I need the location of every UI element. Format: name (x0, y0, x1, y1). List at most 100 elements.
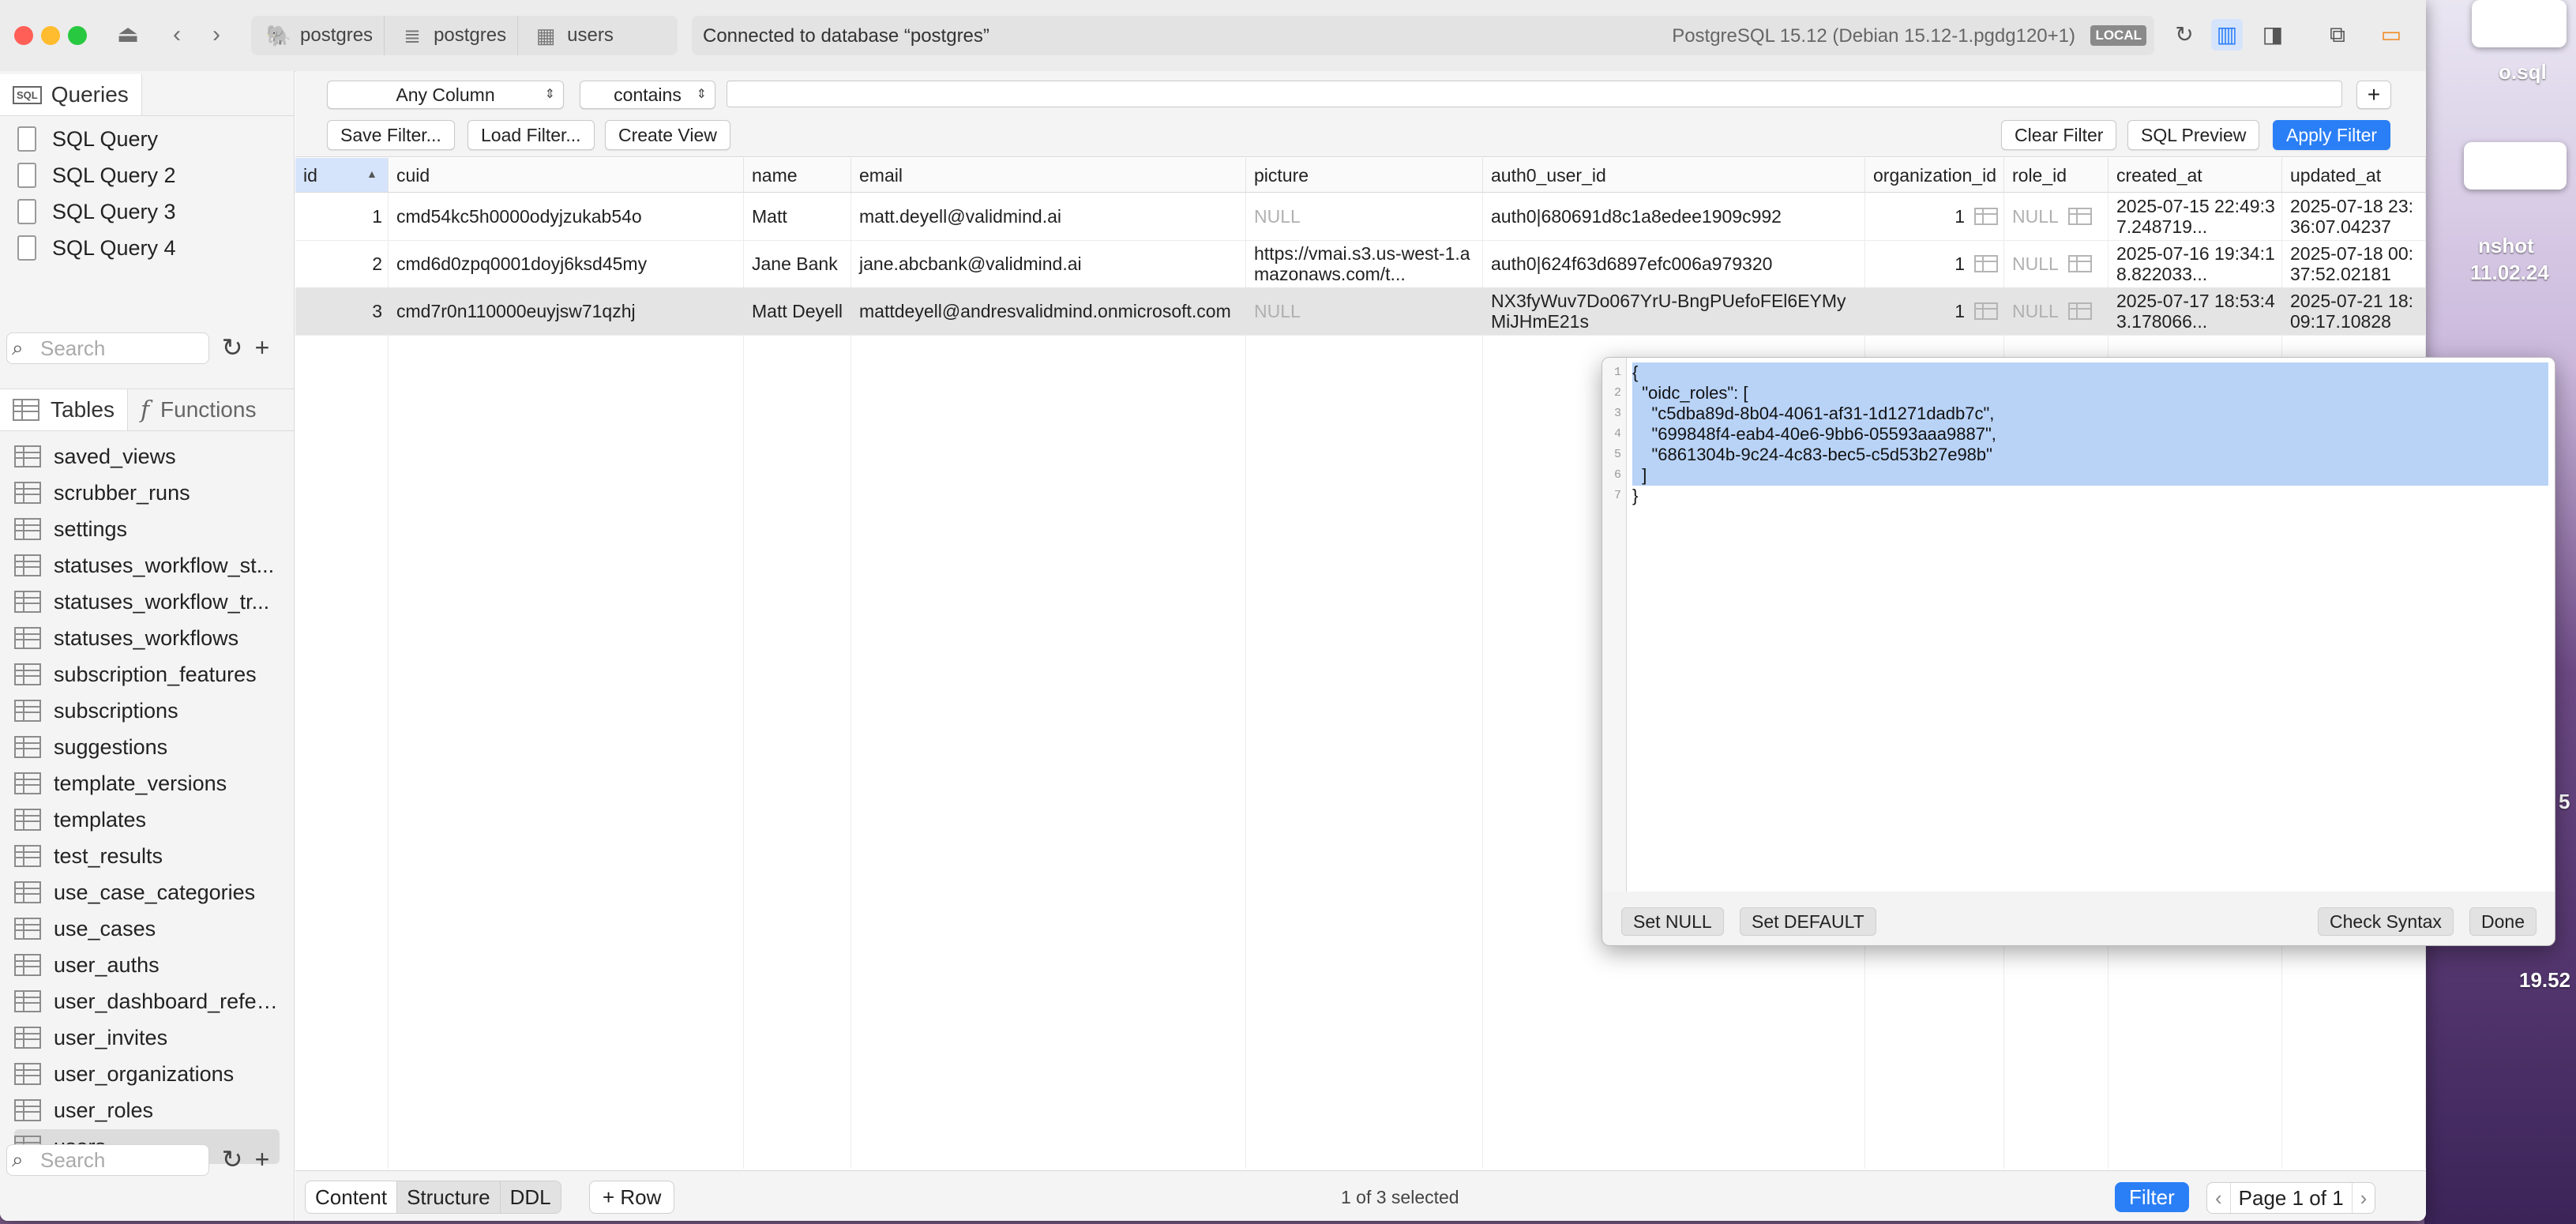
query-item[interactable]: SQL Query (17, 122, 158, 156)
next-page-icon[interactable]: › (2353, 1183, 2375, 1213)
foreign-key-table-icon[interactable] (1974, 208, 1998, 225)
tab-functions[interactable]: f Functions (128, 389, 269, 430)
cell-role-id[interactable]: NULL (2004, 240, 2108, 287)
sidebar-table-item[interactable]: suggestions (14, 730, 280, 764)
set-null-button[interactable]: Set NULL (1621, 907, 1724, 936)
new-window-icon[interactable]: ⧉ (2322, 19, 2353, 51)
query-item[interactable]: SQL Query 3 (17, 194, 176, 229)
tab-queries[interactable]: SQL Queries (0, 74, 142, 115)
cell-auth0-user-id[interactable]: NX3fyWuv7Do067YrU-BngPUefoFEl6EYMyMiJHmE… (1483, 287, 1865, 335)
table-row[interactable]: 3 cmd7r0n110000euyjsw71qzhj Matt Deyell mat… (295, 287, 2426, 336)
forward-arrow-icon[interactable]: › (202, 21, 231, 49)
sidebar-table-item[interactable]: test_results (14, 839, 280, 873)
cell-organization-id[interactable]: 1 (1865, 240, 2004, 287)
column-header-cuid[interactable]: cuid (389, 158, 744, 193)
sidebar-table-item[interactable]: statuses_workflows (14, 621, 280, 655)
breadcrumb-table[interactable]: ▦ users (517, 16, 625, 55)
add-row-button[interactable]: + Row (589, 1181, 675, 1214)
close-window-button[interactable] (14, 26, 33, 45)
code-line[interactable]: "699848f4-eab4-40e6-9bb6-05593aaa9887", (1632, 424, 2548, 445)
column-header-created-at[interactable]: created_at (2108, 158, 2282, 193)
column-header-email[interactable]: email (851, 158, 1246, 193)
check-syntax-button[interactable]: Check Syntax (2318, 907, 2454, 936)
add-icon[interactable]: + (248, 332, 276, 363)
tab-tables[interactable]: Tables (0, 389, 128, 430)
sidebar-table-item[interactable]: saved_views (14, 439, 280, 474)
sidebar-table-item[interactable]: subscriptions (14, 693, 280, 728)
sidebar-table-item[interactable]: template_versions (14, 766, 280, 801)
sidebar-table-item[interactable]: user_roles (14, 1093, 280, 1128)
page-indicator[interactable]: Page 1 of 1 (2229, 1183, 2353, 1213)
cell-id[interactable]: 3 (295, 287, 389, 335)
json-editor-text-area[interactable]: 1 2 3 4 5 6 7 { "oidc_roles": [ "c5dba89d-8b04… (1602, 358, 2555, 892)
minimize-window-button[interactable] (41, 26, 60, 45)
cell-id[interactable]: 1 (295, 193, 389, 240)
desktop-screenshot-label[interactable]: nshot (2478, 234, 2534, 258)
code-line[interactable]: } (1632, 486, 2548, 506)
cell-updated-at[interactable]: 2025-07-18 00:37:52.02181 (2282, 240, 2426, 287)
create-view-button[interactable]: Create View (605, 120, 730, 150)
sidebar-table-item[interactable]: user_organizations (14, 1057, 280, 1091)
cell-auth0-user-id[interactable]: auth0|680691d8c1a8edee1909c992 (1483, 193, 1865, 240)
console-icon[interactable]: ▭ (2375, 19, 2407, 51)
toggle-left-sidebar-icon[interactable]: ▥ (2211, 19, 2243, 51)
sidebar-table-item[interactable]: statuses_workflow_tr... (14, 584, 280, 619)
sql-preview-button[interactable]: SQL Preview (2127, 120, 2260, 150)
cell-created-at[interactable]: 2025-07-17 18:53:43.178066... (2108, 287, 2282, 335)
cell-updated-at[interactable]: 2025-07-21 18:09:17.10828 (2282, 287, 2426, 335)
tab-ddl[interactable]: DDL (501, 1181, 561, 1213)
cell-email[interactable]: matt.deyell@validmind.ai (851, 193, 1246, 240)
done-button[interactable]: Done (2469, 907, 2537, 936)
cell-name[interactable]: Matt Deyell (744, 287, 851, 335)
cell-organization-id[interactable]: 1 (1865, 287, 2004, 335)
table-search-input[interactable] (39, 1148, 200, 1172)
column-header-picture[interactable]: picture (1246, 158, 1483, 193)
refresh-icon[interactable]: ↻ (2169, 19, 2200, 51)
code-line[interactable]: "c5dba89d-8b04-4061-af31-1d1271dadb7c", (1632, 404, 2548, 424)
tab-structure[interactable]: Structure (397, 1181, 501, 1213)
foreign-key-table-icon[interactable] (2067, 255, 2092, 272)
column-header-role-id[interactable]: role_id (2004, 158, 2108, 193)
column-header-name[interactable]: name (744, 158, 851, 193)
tab-content[interactable]: Content (306, 1181, 398, 1213)
sidebar-table-item[interactable]: subscription_features (14, 657, 280, 692)
query-item[interactable]: SQL Query 2 (17, 158, 176, 193)
code-line[interactable]: { (1632, 362, 2548, 383)
cell-id[interactable]: 2 (295, 240, 389, 287)
foreign-key-table-icon[interactable] (1974, 302, 1998, 320)
apply-filter-button[interactable]: Apply Filter (2273, 120, 2391, 150)
cell-email[interactable]: jane.abcbank@validmind.ai (851, 240, 1246, 287)
cell-updated-at[interactable]: 2025-07-18 23:36:07.04237 (2282, 193, 2426, 240)
cell-organization-id[interactable]: 1 (1865, 193, 2004, 240)
sidebar-table-item[interactable]: user_invites (14, 1020, 280, 1055)
cell-created-at[interactable]: 2025-07-16 19:34:18.822033... (2108, 240, 2282, 287)
add-filter-button[interactable]: + (2356, 81, 2391, 109)
code-line[interactable]: ] (1632, 465, 2548, 486)
cell-cuid[interactable]: cmd7r0n110000euyjsw71qzhj (389, 287, 744, 335)
desktop-file-label[interactable]: o.sql (2499, 60, 2547, 84)
filter-value-input[interactable] (727, 81, 2342, 107)
query-search-input[interactable] (39, 336, 200, 360)
sidebar-table-item[interactable]: settings (14, 512, 280, 546)
table-row[interactable]: 1 cmd54kc5h0000odyjzukab54o Matt matt.deyel… (295, 193, 2426, 241)
sidebar-table-item[interactable]: user_auths (14, 948, 280, 982)
column-header-updated-at[interactable]: updated_at (2282, 158, 2426, 193)
refresh-icon[interactable]: ↻ (218, 332, 246, 363)
save-filter-button[interactable]: Save Filter... (327, 120, 455, 150)
code-line[interactable]: "6861304b-9c24-4c83-bec5-c5d53b27e98b" (1632, 445, 2548, 465)
breadcrumb-connection[interactable]: 🐘 postgres (251, 16, 384, 55)
eject-icon[interactable]: ⏏ (114, 21, 142, 49)
add-icon[interactable]: + (248, 1143, 276, 1175)
foreign-key-table-icon[interactable] (2067, 208, 2092, 225)
clear-filter-button[interactable]: Clear Filter (2001, 120, 2117, 150)
cell-cuid[interactable]: cmd54kc5h0000odyjzukab54o (389, 193, 744, 240)
foreign-key-table-icon[interactable] (2067, 302, 2092, 320)
sidebar-table-item[interactable]: user_dashboard_refer... (14, 984, 280, 1019)
column-select[interactable]: Any Column ⇕ (327, 81, 564, 109)
column-header-organization-id[interactable]: organization_id (1865, 158, 2004, 193)
code-line[interactable]: "oidc_roles": [ (1632, 383, 2548, 404)
cell-role-id[interactable]: NULL (2004, 193, 2108, 240)
cell-picture[interactable]: https://vmai.s3.us-west-1.amazonaws.com/… (1246, 240, 1483, 287)
cell-name[interactable]: Jane Bank (744, 240, 851, 287)
set-default-button[interactable]: Set DEFAULT (1740, 907, 1876, 936)
